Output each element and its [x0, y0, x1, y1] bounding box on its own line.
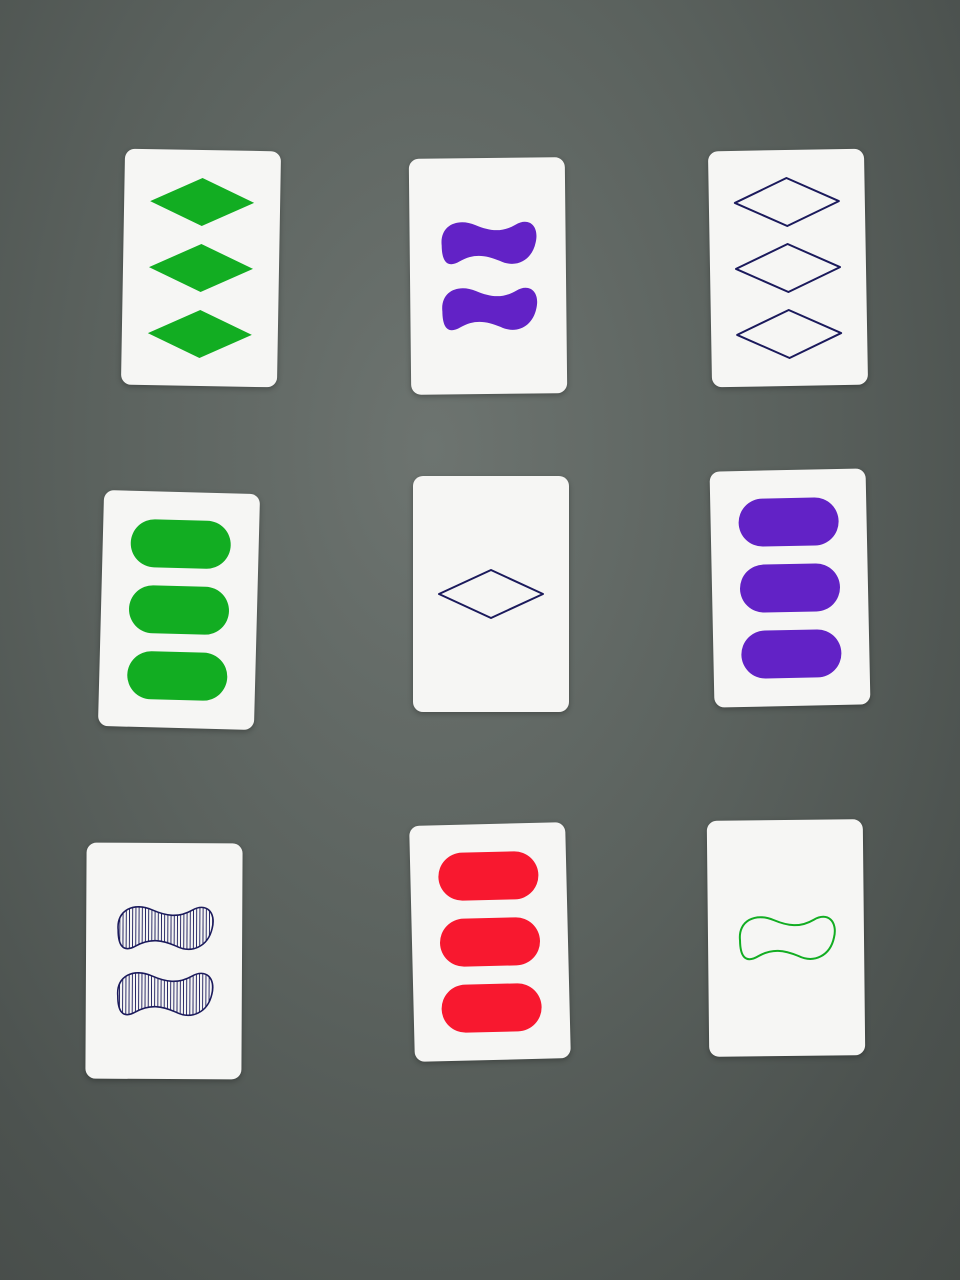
card-r2c3[interactable]: [709, 468, 871, 708]
card-r3c2[interactable]: [409, 822, 571, 1062]
diamond-symbol: [736, 308, 843, 359]
oval-symbol: [441, 983, 542, 1033]
diamond-symbol: [438, 569, 544, 619]
diamond-symbol: [150, 178, 255, 227]
squiggle-symbol: [442, 287, 538, 331]
card-r3c1[interactable]: [85, 842, 243, 1080]
card-r1c2[interactable]: [408, 157, 568, 395]
squiggle-symbol: [739, 915, 836, 961]
card-r2c2[interactable]: [413, 476, 569, 712]
card-r2c1[interactable]: [97, 489, 261, 731]
card-face: [438, 569, 544, 619]
oval-symbol: [129, 585, 229, 635]
card-face: [147, 178, 255, 358]
card-face: [738, 497, 842, 679]
diamond-symbol: [147, 309, 252, 358]
game-table: [0, 0, 960, 1280]
squiggle-symbol: [117, 972, 214, 1017]
oval-symbol: [127, 651, 228, 701]
card-r3c3[interactable]: [706, 819, 866, 1057]
oval-symbol: [438, 851, 539, 901]
diamond-symbol: [149, 244, 253, 292]
card-face: [441, 221, 538, 331]
oval-symbol: [130, 519, 231, 569]
card-face: [117, 906, 214, 1017]
card-r1c1[interactable]: [120, 148, 282, 388]
oval-symbol: [741, 629, 842, 679]
card-r1c3[interactable]: [707, 148, 869, 388]
diamond-symbol: [735, 243, 841, 293]
oval-symbol: [738, 497, 839, 547]
oval-symbol: [440, 917, 540, 967]
card-face: [438, 851, 542, 1033]
card-face: [739, 915, 836, 961]
card-face: [733, 177, 843, 359]
squiggle-symbol: [117, 906, 214, 951]
squiggle-symbol: [441, 221, 537, 265]
diamond-symbol: [733, 177, 840, 228]
oval-symbol: [740, 563, 840, 613]
card-face: [127, 519, 231, 701]
